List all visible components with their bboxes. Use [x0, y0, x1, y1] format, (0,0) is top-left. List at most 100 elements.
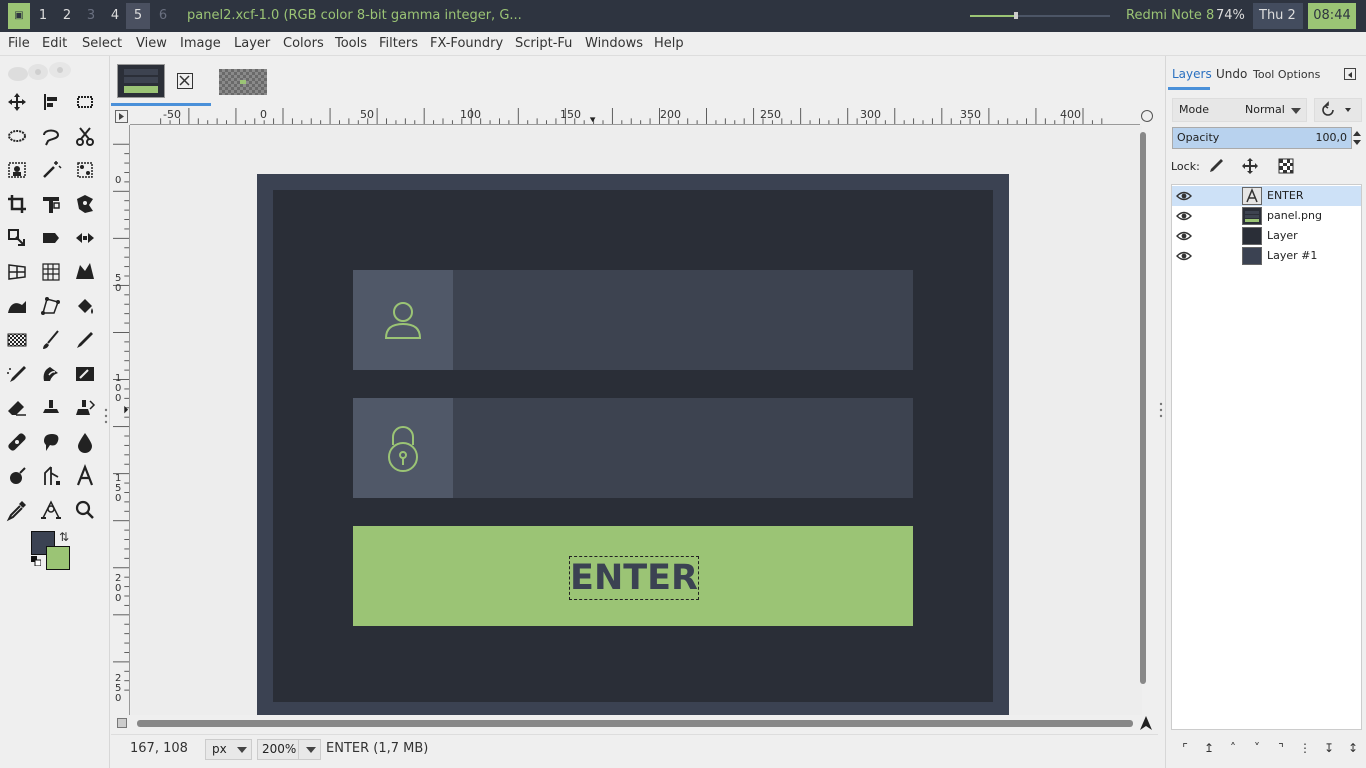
vertical-ruler[interactable]: [113, 125, 130, 715]
blur-tool-icon[interactable]: [72, 429, 98, 455]
background-color-swatch[interactable]: [46, 546, 70, 570]
new-layer-group-icon[interactable]: ⌜: [1177, 738, 1193, 758]
menu-view[interactable]: View: [136, 32, 167, 56]
raise-layer-icon[interactable]: ↥: [1201, 738, 1217, 758]
workspace-1[interactable]: 1: [31, 3, 55, 29]
menu-edit[interactable]: Edit: [42, 32, 67, 56]
perspective-clone-icon[interactable]: [72, 395, 98, 421]
composite-mode-button[interactable]: [1314, 98, 1362, 122]
unified-transform-icon[interactable]: [38, 191, 64, 217]
toolbox-resize-grip[interactable]: [104, 406, 108, 426]
vertical-scrollbar[interactable]: [1139, 126, 1147, 686]
clone-tool-icon[interactable]: [38, 395, 64, 421]
cage-transform-icon[interactable]: [72, 259, 98, 285]
opacity-slider[interactable]: Opacity 100,0: [1172, 127, 1352, 149]
menu-filters[interactable]: Filters: [379, 32, 418, 56]
menu-select[interactable]: Select: [82, 32, 122, 56]
default-colors-icon[interactable]: [31, 556, 41, 566]
paintbrush-icon[interactable]: [38, 327, 64, 353]
delete-layer-icon[interactable]: ↕: [1345, 738, 1361, 758]
swap-colors-icon[interactable]: ⇅: [59, 530, 69, 544]
image-tab-second[interactable]: [219, 69, 267, 95]
horizontal-scrollbar[interactable]: [135, 718, 1135, 728]
zoom-select[interactable]: 200%: [257, 739, 321, 760]
ruler-menu-button[interactable]: [115, 110, 128, 123]
dodge-burn-icon[interactable]: [4, 463, 30, 489]
lower-layer-icon[interactable]: ˄: [1225, 738, 1241, 758]
smudge-tool-icon[interactable]: [38, 429, 64, 455]
ink-tool-icon[interactable]: [38, 361, 64, 387]
align-tool-icon[interactable]: [38, 89, 64, 115]
close-icon[interactable]: [177, 73, 193, 89]
visibility-eye-icon[interactable]: [1176, 209, 1192, 223]
quick-mask-toggle[interactable]: [117, 718, 127, 728]
workspace-5[interactable]: 5: [126, 3, 150, 29]
mask-layer-icon[interactable]: ↧: [1321, 738, 1337, 758]
menu-help[interactable]: Help: [654, 32, 684, 56]
eraser-icon[interactable]: [4, 395, 30, 421]
menu-file[interactable]: File: [8, 32, 30, 56]
zoom-follow-toggle[interactable]: [1141, 110, 1153, 122]
ellipse-select-icon[interactable]: [4, 123, 30, 149]
dock-resize-grip[interactable]: [1159, 400, 1163, 420]
mypaint-brush-icon[interactable]: [72, 361, 98, 387]
menu-tools[interactable]: Tools: [335, 32, 367, 56]
menu-windows[interactable]: Windows: [585, 32, 643, 56]
duplicate-layer-icon[interactable]: ˅: [1249, 738, 1265, 758]
by-color-select-icon[interactable]: [72, 157, 98, 183]
fuzzy-select-icon[interactable]: [38, 157, 64, 183]
shear-tool-icon[interactable]: [38, 225, 64, 251]
unit-select[interactable]: px: [205, 739, 252, 760]
menu-fx-foundry[interactable]: FX-Foundry: [430, 32, 503, 56]
visibility-eye-icon[interactable]: [1176, 189, 1192, 203]
perspective-tool-icon[interactable]: [4, 259, 30, 285]
menu-colors[interactable]: Colors: [283, 32, 324, 56]
warp-transform-icon[interactable]: [72, 191, 98, 217]
app-menu-icon[interactable]: ▣: [8, 3, 30, 29]
crop-tool-icon[interactable]: [4, 191, 30, 217]
dock-menu-icon[interactable]: [1344, 68, 1356, 80]
visibility-eye-icon[interactable]: [1176, 229, 1192, 243]
layer-row[interactable]: panel.png: [1172, 206, 1361, 226]
bucket-fill-icon[interactable]: [72, 293, 98, 319]
workspace-6[interactable]: 6: [151, 3, 175, 29]
free-select-icon[interactable]: [38, 123, 64, 149]
image-tab-panel2[interactable]: [117, 64, 165, 98]
tab-undo[interactable]: Undo: [1216, 67, 1247, 81]
navigate-icon[interactable]: [1138, 715, 1154, 731]
zoom-tool-icon[interactable]: [72, 497, 98, 523]
horizontal-ruler[interactable]: [130, 108, 1140, 125]
menu-script-fu[interactable]: Script-Fu: [515, 32, 572, 56]
vertical-scrollbar-thumb[interactable]: [1140, 132, 1146, 684]
airbrush-icon[interactable]: [4, 361, 30, 387]
scale-tool-icon[interactable]: [4, 225, 30, 251]
visibility-eye-icon[interactable]: [1176, 249, 1192, 263]
workspace-3[interactable]: 3: [79, 3, 103, 29]
text-tool-icon[interactable]: [72, 463, 98, 489]
scissors-select-icon[interactable]: [72, 123, 98, 149]
menu-image[interactable]: Image: [180, 32, 221, 56]
tab-tool-options[interactable]: Tool Options: [1253, 68, 1320, 81]
merge-layer-icon[interactable]: ⋮: [1297, 738, 1313, 758]
volume-slider[interactable]: [970, 12, 1110, 19]
move-tool-icon[interactable]: [4, 89, 30, 115]
menu-layer[interactable]: Layer: [234, 32, 270, 56]
volume-knob[interactable]: [1014, 12, 1019, 19]
lock-alpha-icon[interactable]: [1276, 156, 1296, 176]
lock-position-icon[interactable]: [1240, 156, 1260, 176]
paths-tool-icon[interactable]: [38, 293, 64, 319]
smudge-warp-icon[interactable]: [4, 293, 30, 319]
layer-row[interactable]: Layer: [1172, 226, 1361, 246]
layer-row[interactable]: Layer #1: [1172, 246, 1361, 266]
lock-pixels-icon[interactable]: [1206, 156, 1226, 176]
workspace-2[interactable]: 2: [55, 3, 79, 29]
color-picker-icon[interactable]: [4, 497, 30, 523]
3d-transform-icon[interactable]: [38, 259, 64, 285]
heal-tool-icon[interactable]: [4, 429, 30, 455]
rect-select-icon[interactable]: [72, 89, 98, 115]
foreground-select-icon[interactable]: [4, 157, 30, 183]
measure-tool-icon[interactable]: [38, 463, 64, 489]
opacity-spinner[interactable]: [1352, 127, 1362, 149]
flip-tool-icon[interactable]: [72, 225, 98, 251]
tab-layers[interactable]: Layers: [1172, 67, 1212, 81]
